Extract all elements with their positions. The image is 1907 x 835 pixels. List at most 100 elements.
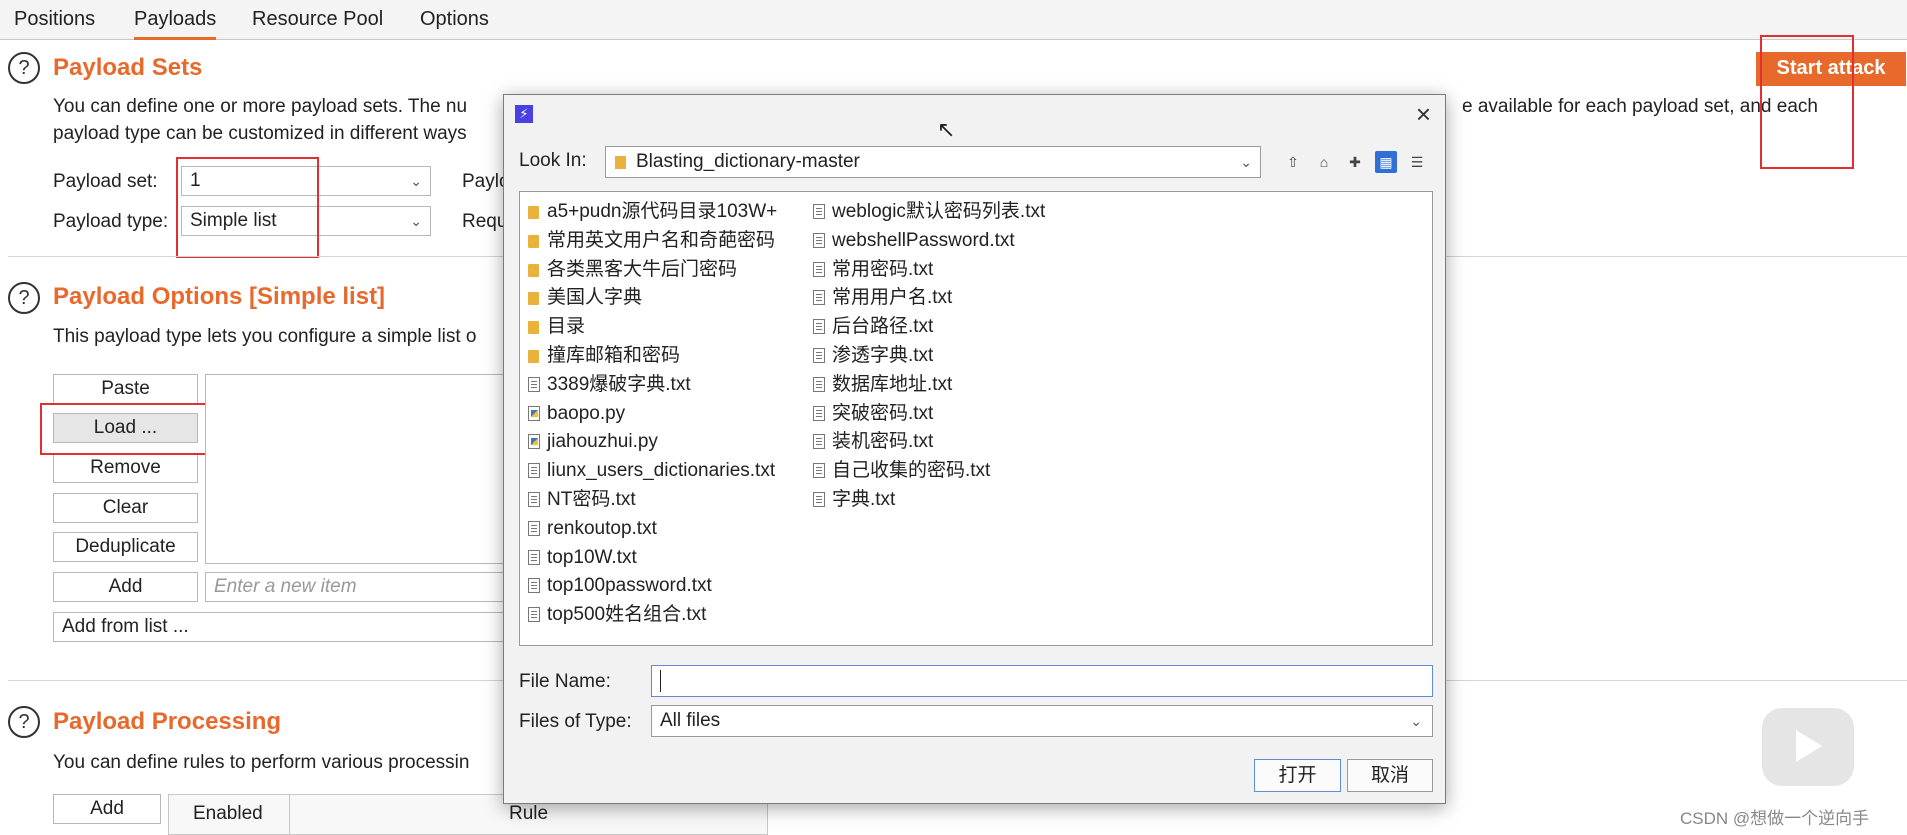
file-item[interactable]: top500姓名组合.txt (525, 601, 805, 630)
file-item[interactable]: 数据库地址.txt (810, 371, 1110, 400)
text-file-icon (813, 232, 825, 248)
file-item[interactable]: 字典.txt (810, 486, 1110, 515)
col-enabled[interactable]: Enabled (193, 799, 263, 829)
details-view-icon[interactable]: ☰ (1406, 151, 1428, 173)
home-icon[interactable]: ⌂ (1313, 151, 1335, 173)
tab-bar: Positions Payloads Resource Pool Options (0, 0, 1907, 40)
text-file-icon (528, 491, 540, 507)
file-item[interactable]: top100password.txt (525, 572, 805, 601)
file-item[interactable]: baopo.py (525, 400, 805, 429)
file-item[interactable]: jiahouzhui.py (525, 428, 805, 457)
tab-payloads[interactable]: Payloads (134, 8, 217, 40)
folder-icon (528, 206, 539, 219)
file-label: 自己收集的密码.txt (832, 460, 991, 482)
payload-type-label: Payload type: (53, 211, 169, 232)
file-label: 突破密码.txt (832, 402, 934, 424)
file-label: top10W.txt (547, 546, 637, 568)
payload-sets-desc-line2: payload type can be customized in differ… (53, 123, 467, 144)
file-label: webshellPassword.txt (832, 229, 1015, 251)
folder-item[interactable]: 目录 (525, 313, 805, 342)
tab-positions[interactable]: Positions (14, 8, 95, 31)
file-item[interactable]: liunx_users_dictionaries.txt (525, 457, 805, 486)
file-item[interactable]: 后台路径.txt (810, 313, 1110, 342)
file-label: weblogic默认密码列表.txt (832, 201, 1046, 222)
payload-processing-desc: You can define rules to perform various … (53, 752, 470, 773)
folder-item[interactable]: 撞库邮箱和密码 (525, 342, 805, 371)
file-label: top100password.txt (547, 575, 712, 597)
file-list[interactable]: a5+pudn源代码目录103W+ 常用英文用户名和奇葩密码 各类黑客大牛后门密码美… (519, 191, 1433, 646)
help-icon[interactable]: ? (8, 52, 40, 84)
folder-item[interactable]: 常用英文用户名和奇葩密码 (525, 227, 805, 256)
file-item[interactable]: renkoutop.txt (525, 515, 805, 544)
col-divider (289, 795, 290, 835)
file-item[interactable]: weblogic默认密码列表.txt (810, 198, 1110, 227)
add-item-button[interactable]: Add (53, 572, 198, 602)
cancel-button[interactable]: 取消 (1347, 759, 1433, 792)
file-label: 常用用户名.txt (832, 287, 953, 309)
list-view-icon[interactable]: ▦ (1375, 151, 1397, 173)
folder-icon (528, 321, 539, 335)
file-item[interactable]: 渗透字典.txt (810, 342, 1110, 371)
help-icon[interactable]: ? (8, 282, 40, 314)
add-from-list-select[interactable]: Add from list ... (53, 612, 505, 642)
file-label: 撞库邮箱和密码 (547, 344, 681, 366)
new-folder-icon[interactable]: ✚ (1344, 151, 1366, 173)
file-label: NT密码.txt (547, 488, 636, 510)
file-item[interactable]: 常用用户名.txt (810, 284, 1110, 313)
highlight-box (1760, 35, 1854, 169)
file-item[interactable]: 装机密码.txt (810, 428, 1110, 457)
folder-item[interactable]: 美国人字典 (525, 284, 805, 313)
file-label: 各类黑客大牛后门密码 (547, 258, 738, 280)
request-count-label: Requ (462, 211, 508, 232)
look-in-select[interactable]: Blasting_dictionary-master ⌄ (605, 146, 1261, 178)
payload-options-title: Payload Options [Simple list] (53, 283, 386, 310)
folder-item[interactable]: a5+pudn源代码目录103W+ (525, 198, 805, 227)
text-file-icon (813, 319, 825, 335)
payload-options-desc: This payload type lets you configure a s… (53, 326, 477, 347)
file-item[interactable]: 自己收集的密码.txt (810, 457, 1110, 486)
file-item[interactable]: 常用密码.txt (810, 256, 1110, 285)
payload-sets-title: Payload Sets (53, 54, 203, 81)
file-item[interactable]: 突破密码.txt (810, 400, 1110, 429)
file-item[interactable]: 3389爆破字典.txt (525, 371, 805, 400)
file-name-input[interactable] (651, 665, 1433, 697)
file-label: 渗透字典.txt (832, 344, 934, 366)
remove-button[interactable]: Remove (53, 453, 198, 483)
file-label: top500姓名组合.txt (547, 604, 707, 626)
file-label: 目录 (547, 316, 586, 338)
chevron-down-icon: ⌄ (410, 173, 422, 189)
file-item[interactable]: NT密码.txt (525, 486, 805, 515)
file-item[interactable]: webshellPassword.txt (810, 227, 1110, 256)
file-chooser-dialog: ⚡ × Look In: Blasting_dictionary-master … (503, 94, 1446, 804)
files-of-type-select[interactable]: All files ⌄ (651, 705, 1433, 737)
add-rule-button[interactable]: Add (53, 794, 161, 824)
text-file-icon (528, 549, 540, 565)
tab-options[interactable]: Options (420, 8, 489, 31)
text-file-icon (528, 463, 540, 479)
chevron-down-icon: ⌄ (1410, 713, 1422, 729)
payload-list[interactable] (205, 374, 505, 564)
chevron-down-icon: ⌄ (410, 213, 422, 229)
new-item-input[interactable]: Enter a new item (205, 572, 505, 602)
close-icon[interactable]: × (1416, 99, 1431, 130)
play-icon (1762, 708, 1854, 786)
folder-item[interactable]: 各类黑客大牛后门密码 (525, 256, 805, 285)
file-item[interactable]: top10W.txt (525, 544, 805, 573)
deduplicate-button[interactable]: Deduplicate (53, 532, 198, 562)
text-file-icon (813, 491, 825, 507)
text-file-icon (813, 347, 825, 363)
look-in-label: Look In: (519, 150, 587, 171)
file-label: 数据库地址.txt (832, 373, 953, 395)
file-label: 后台路径.txt (832, 316, 934, 338)
payload-set-label: Payload set: (53, 171, 158, 192)
open-button[interactable]: 打开 (1254, 759, 1341, 792)
up-folder-icon[interactable]: ⇧ (1282, 151, 1304, 173)
folder-icon (528, 349, 539, 363)
paste-button[interactable]: Paste (53, 374, 198, 404)
file-label: jiahouzhui.py (547, 431, 658, 453)
help-icon[interactable]: ? (8, 706, 40, 738)
text-file-icon (813, 463, 825, 479)
clear-button[interactable]: Clear (53, 493, 198, 523)
folder-icon (528, 292, 539, 306)
tab-resource-pool[interactable]: Resource Pool (252, 8, 383, 31)
